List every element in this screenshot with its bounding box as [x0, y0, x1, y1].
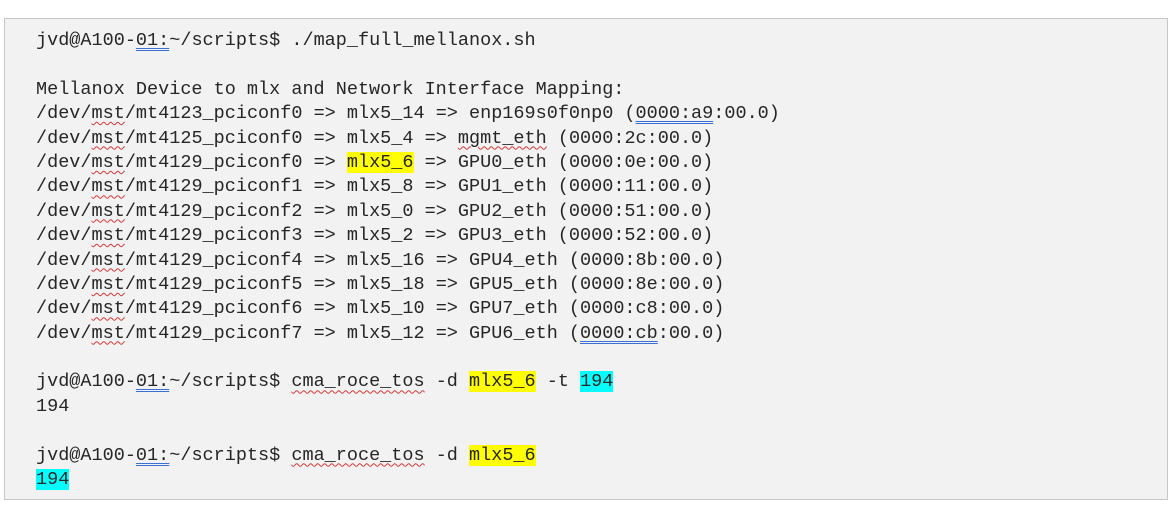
- prompt-path: ~/scripts$: [169, 30, 292, 51]
- path-prefix: /dev/: [36, 273, 92, 295]
- path-prefix: /dev/: [36, 298, 92, 320]
- path-device: /mt4129_pciconf2: [124, 200, 303, 222]
- mapping-row: /dev/mst/mt4129_pciconf4 => mlx5_16 => G…: [36, 249, 1167, 273]
- pci-domain: 0000:a9: [635, 103, 714, 125]
- pci-rest: :00.0): [657, 322, 725, 344]
- path-mst: mst: [91, 249, 125, 271]
- mapping-row: /dev/mst/mt4129_pciconf0 => mlx5_6 => GP…: [36, 151, 1167, 175]
- terminal-output: jvd@A100-01:~/scripts$ ./map_full_mellan…: [4, 18, 1168, 500]
- path-mst: mst: [91, 103, 125, 125]
- mapping-rest: => mlx5_2 => GPU3_eth (0000:52:00.0): [302, 225, 714, 247]
- mapping-rest: => mlx5_0 => GPU2_eth (0000:51:00.0): [302, 200, 714, 222]
- prompt-user-host: jvd@A100-: [36, 30, 136, 51]
- path-prefix: /dev/: [36, 225, 92, 247]
- path-device: /mt4129_pciconf6: [124, 298, 303, 320]
- path-prefix: /dev/: [36, 127, 92, 149]
- mapping-row: /dev/mst/mt4129_pciconf2 => mlx5_0 => GP…: [36, 200, 1167, 224]
- path-mst: mst: [91, 200, 125, 222]
- path-prefix: /dev/: [36, 103, 92, 125]
- highlighted-mlx-device: mlx5_6: [469, 444, 536, 466]
- path-device: /mt4129_pciconf4: [124, 249, 303, 271]
- path-mst: mst: [91, 225, 125, 247]
- pci-address: (0000:2c:00.0): [546, 127, 714, 149]
- mapping-header: Mellanox Device to mlx and Network Inter…: [36, 78, 625, 100]
- mapping-rest: => mlx5_12 => GPU6_eth (: [302, 322, 581, 344]
- mapping-rest: => mlx5_8 => GPU1_eth (0000:11:00.0): [302, 176, 714, 198]
- pci-rest: :00.0): [713, 103, 780, 125]
- mapping-row: /dev/mst/mt4129_pciconf3 => mlx5_2 => GP…: [36, 224, 1167, 248]
- prompt-user-host: jvd@A100-: [36, 371, 136, 393]
- path-mst: mst: [91, 273, 125, 295]
- command-line-2: jvd@A100-01:~/scripts$ cma_roce_tos -d m…: [36, 370, 1167, 394]
- path-prefix: /dev/: [36, 200, 92, 222]
- path-device: /mt4125_pciconf0: [124, 127, 303, 149]
- prompt-path: ~/scripts$: [169, 444, 292, 466]
- command-text: ./map_full_mellanox.sh: [291, 30, 536, 51]
- prompt-path: ~/scripts$: [169, 371, 292, 393]
- mapping-mlx: => mlx5_4 =>: [302, 127, 458, 149]
- path-mst: mst: [91, 298, 125, 320]
- path-prefix: /dev/: [36, 151, 92, 173]
- command-line-3: jvd@A100-01:~/scripts$ cma_roce_tos -d m…: [36, 444, 1167, 468]
- flag-d: -d: [424, 444, 470, 466]
- interface-name: mgmt_eth: [457, 127, 547, 149]
- path-mst: mst: [91, 176, 125, 198]
- flag-d: -d: [424, 371, 470, 393]
- prompt-host-number: 01:: [135, 444, 170, 466]
- highlighted-tos-value: 194: [580, 371, 614, 393]
- mapping-row: /dev/mst/mt4129_pciconf1 => mlx5_8 => GP…: [36, 175, 1167, 199]
- command-line-1: jvd@A100-01:~/scripts$ ./map_full_mellan…: [36, 29, 1167, 53]
- path-mst: mst: [91, 127, 125, 149]
- arrow: =>: [302, 151, 347, 173]
- command-output-2: 194: [36, 395, 70, 417]
- highlighted-mlx-device: mlx5_6: [469, 371, 536, 393]
- path-device: /mt4129_pciconf5: [124, 273, 303, 295]
- path-device: /mt4129_pciconf1: [124, 176, 303, 198]
- prompt-host-number: 01:: [135, 371, 170, 393]
- command-name: cma_roce_tos: [291, 444, 425, 466]
- path-mst: mst: [91, 322, 125, 344]
- path-prefix: /dev/: [36, 249, 92, 271]
- mapping-row: /dev/mst/mt4129_pciconf6 => mlx5_10 => G…: [36, 297, 1167, 321]
- prompt-host-number: 01:: [135, 30, 170, 51]
- prompt-user-host: jvd@A100-: [36, 444, 136, 466]
- mapping-row: /dev/mst/mt4129_pciconf5 => mlx5_18 => G…: [36, 273, 1167, 297]
- command-name: cma_roce_tos: [291, 371, 425, 393]
- interface-name: enp169s0f0np0: [469, 103, 614, 125]
- mapping-rest: => mlx5_16 => GPU4_eth (0000:8b:00.0): [302, 249, 725, 271]
- mapping-row: /dev/mst/mt4125_pciconf0 => mlx5_4 => mg…: [36, 127, 1167, 151]
- pci-domain: 0000:cb: [580, 322, 658, 344]
- mapping-mlx: => mlx5_14 =>: [302, 103, 469, 125]
- mapping-row: /dev/mst/mt4123_pciconf0 => mlx5_14 => e…: [36, 102, 1167, 126]
- mapping-row: /dev/mst/mt4129_pciconf7 => mlx5_12 => G…: [36, 322, 1167, 346]
- flag-t: -t: [535, 371, 581, 393]
- path-prefix: /dev/: [36, 176, 92, 198]
- mapping-rest: => mlx5_18 => GPU5_eth (0000:8e:00.0): [302, 273, 725, 295]
- highlighted-mlx-device: mlx5_6: [346, 151, 414, 173]
- path-device: /mt4129_pciconf7: [124, 322, 303, 344]
- mapping-rest: => GPU0_eth (0000:0e:00.0): [413, 151, 714, 173]
- path-mst: mst: [91, 151, 125, 173]
- path-device: /mt4129_pciconf3: [124, 225, 303, 247]
- path-device: /mt4123_pciconf0: [124, 103, 303, 125]
- path-prefix: /dev/: [36, 322, 92, 344]
- highlighted-tos-output: 194: [36, 469, 70, 491]
- path-device: /mt4129_pciconf0: [124, 151, 303, 173]
- pci-open: (: [613, 103, 636, 125]
- mapping-rest: => mlx5_10 => GPU7_eth (0000:c8:00.0): [302, 298, 725, 320]
